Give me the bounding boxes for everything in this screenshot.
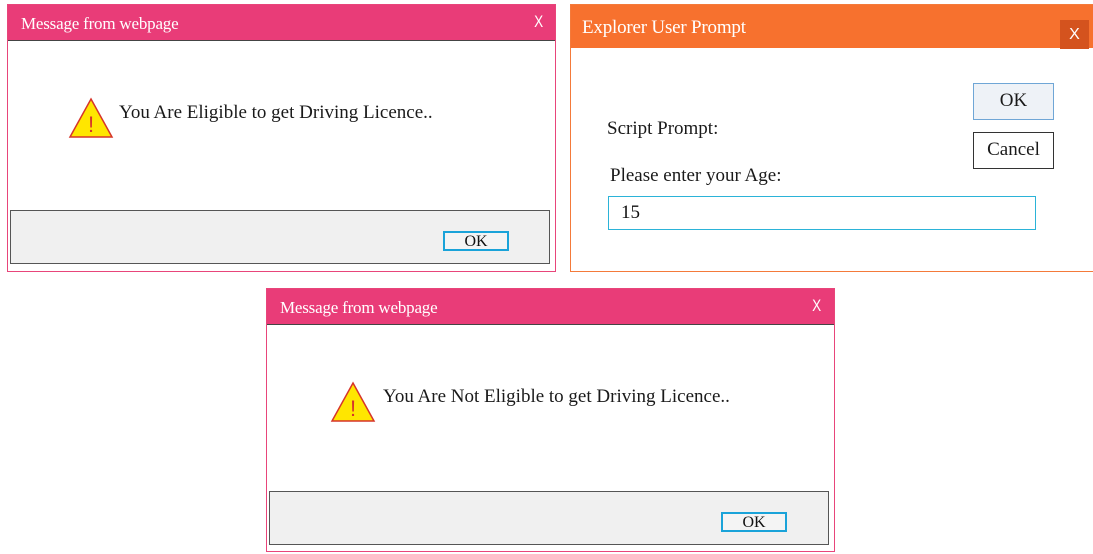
prompt-dialog-title: Explorer User Prompt: [582, 17, 746, 38]
eligible-ok-button[interactable]: OK: [443, 231, 509, 251]
age-question-label: Please enter your Age:: [610, 165, 782, 186]
eligible-dialog: Message from webpage X ! You Are Eligibl…: [7, 4, 556, 272]
prompt-ok-button[interactable]: OK: [973, 83, 1054, 120]
not-eligible-dialog-title: Message from webpage: [280, 298, 438, 317]
eligible-dialog-title: Message from webpage: [21, 14, 179, 33]
not-eligible-dialog-close-button[interactable]: X: [812, 296, 821, 316]
age-input[interactable]: 15: [608, 196, 1036, 230]
warning-glyph: !: [88, 112, 94, 137]
warning-glyph: !: [350, 396, 356, 421]
eligible-dialog-close-button[interactable]: X: [534, 12, 543, 32]
not-eligible-dialog-titlebar[interactable]: Message from webpage X: [267, 289, 834, 325]
eligible-dialog-titlebar[interactable]: Message from webpage X: [8, 5, 555, 41]
not-eligible-button-bar: OK: [269, 491, 829, 545]
not-eligible-ok-button[interactable]: OK: [721, 512, 787, 532]
prompt-dialog-close-button[interactable]: X: [1060, 20, 1089, 49]
not-eligible-dialog: Message from webpage X ! You Are Not Eli…: [266, 288, 835, 552]
prompt-dialog: Explorer User Prompt X Script Prompt: Pl…: [570, 4, 1093, 272]
script-prompt-label: Script Prompt:: [607, 118, 719, 139]
warning-icon: !: [330, 381, 376, 422]
eligible-message: You Are Eligible to get Driving Licence.…: [119, 102, 433, 123]
prompt-cancel-button[interactable]: Cancel: [973, 132, 1054, 169]
eligible-button-bar: OK: [10, 210, 550, 264]
not-eligible-message: You Are Not Eligible to get Driving Lice…: [383, 386, 730, 407]
warning-icon: !: [68, 97, 114, 138]
prompt-dialog-titlebar[interactable]: Explorer User Prompt X: [571, 5, 1093, 49]
